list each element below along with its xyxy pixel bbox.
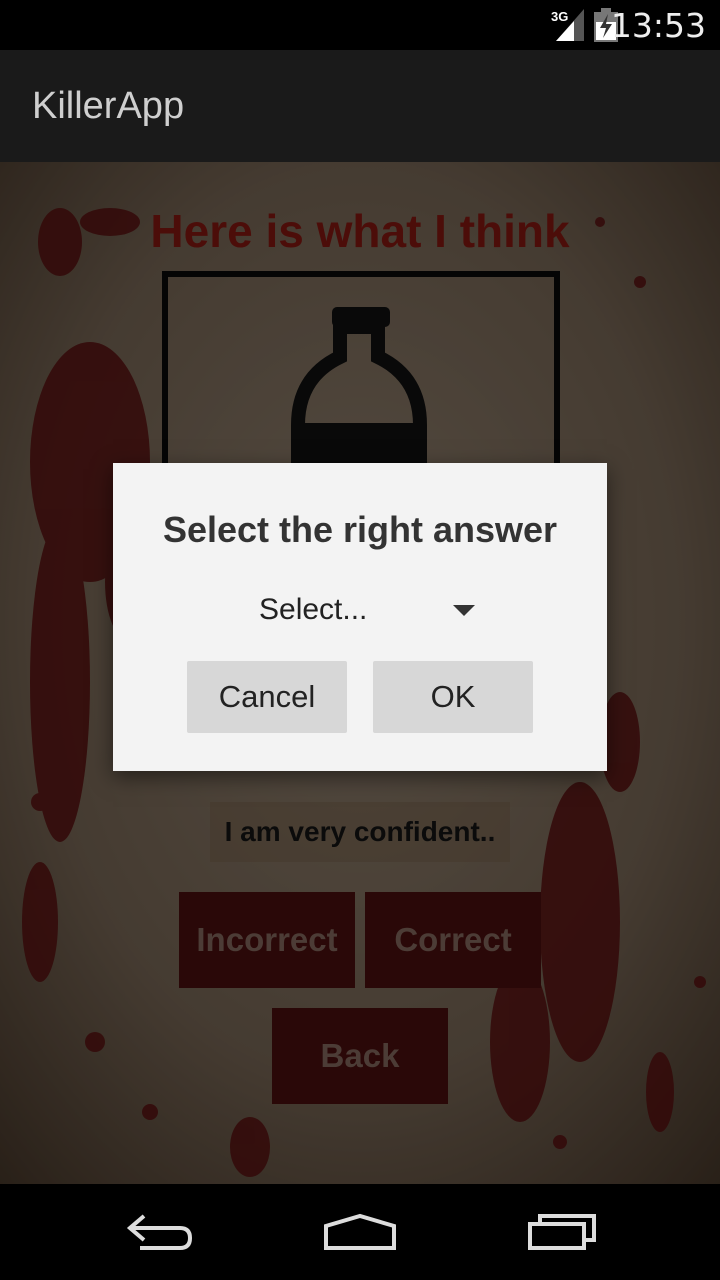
cancel-button[interactable]: Cancel: [187, 661, 347, 733]
answer-dialog: Select the right answer Select... Cancel…: [113, 463, 607, 771]
app-title: KillerApp: [32, 85, 185, 127]
spinner-selected-value: Select...: [259, 593, 368, 626]
status-bar: 3G 13:53: [0, 0, 720, 50]
answer-spinner[interactable]: Select...: [251, 581, 481, 641]
dropdown-arrow-icon: [453, 605, 475, 616]
dialog-title: Select the right answer: [162, 509, 558, 550]
navigation-bar: [0, 1184, 720, 1280]
back-icon[interactable]: [124, 1212, 196, 1252]
clock: 13:53: [610, 6, 706, 45]
action-bar: KillerApp: [0, 50, 720, 162]
screen: 3G 13:53 KillerApp Here is what I think …: [0, 0, 720, 1280]
recent-apps-icon[interactable]: [526, 1212, 598, 1252]
home-icon[interactable]: [322, 1212, 398, 1252]
signal-icon: [556, 9, 584, 41]
ok-button[interactable]: OK: [373, 661, 533, 733]
